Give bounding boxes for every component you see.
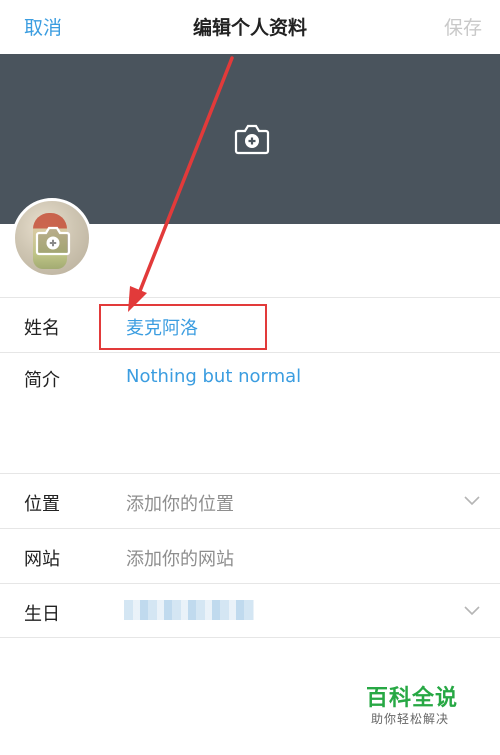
location-row[interactable]: 位置 添加你的位置 <box>0 473 500 528</box>
birthday-value-redacted[interactable] <box>124 600 254 620</box>
header-banner[interactable] <box>0 54 500 224</box>
avatar[interactable] <box>12 198 92 278</box>
location-label: 位置 <box>24 494 60 515</box>
watermark-logo: 百科全说 <box>366 686 459 711</box>
location-field[interactable]: 添加你的位置 <box>126 490 234 516</box>
add-photo-icon[interactable] <box>234 122 270 156</box>
bio-field[interactable]: Nothing but normal <box>126 366 301 387</box>
save-button[interactable]: 保存 <box>444 13 482 40</box>
nav-bar: 取消 编辑个人资料 保存 <box>0 0 500 54</box>
change-avatar-icon[interactable] <box>35 225 71 257</box>
watermark-tagline: 助你轻松解决 <box>371 712 450 726</box>
annotation-highlight-box <box>99 304 267 350</box>
page-title: 编辑个人资料 <box>192 17 307 39</box>
website-field[interactable]: 添加你的网站 <box>126 545 234 571</box>
chevron-down-icon[interactable] <box>464 606 480 616</box>
bio-row[interactable]: 简介 Nothing but normal <box>0 352 500 473</box>
website-label: 网站 <box>24 549 60 570</box>
website-row[interactable]: 网站 添加你的网站 <box>0 528 500 583</box>
bio-label: 简介 <box>24 370 60 391</box>
name-label: 姓名 <box>24 318 60 339</box>
birthday-label: 生日 <box>24 604 60 625</box>
chevron-down-icon[interactable] <box>464 496 480 506</box>
